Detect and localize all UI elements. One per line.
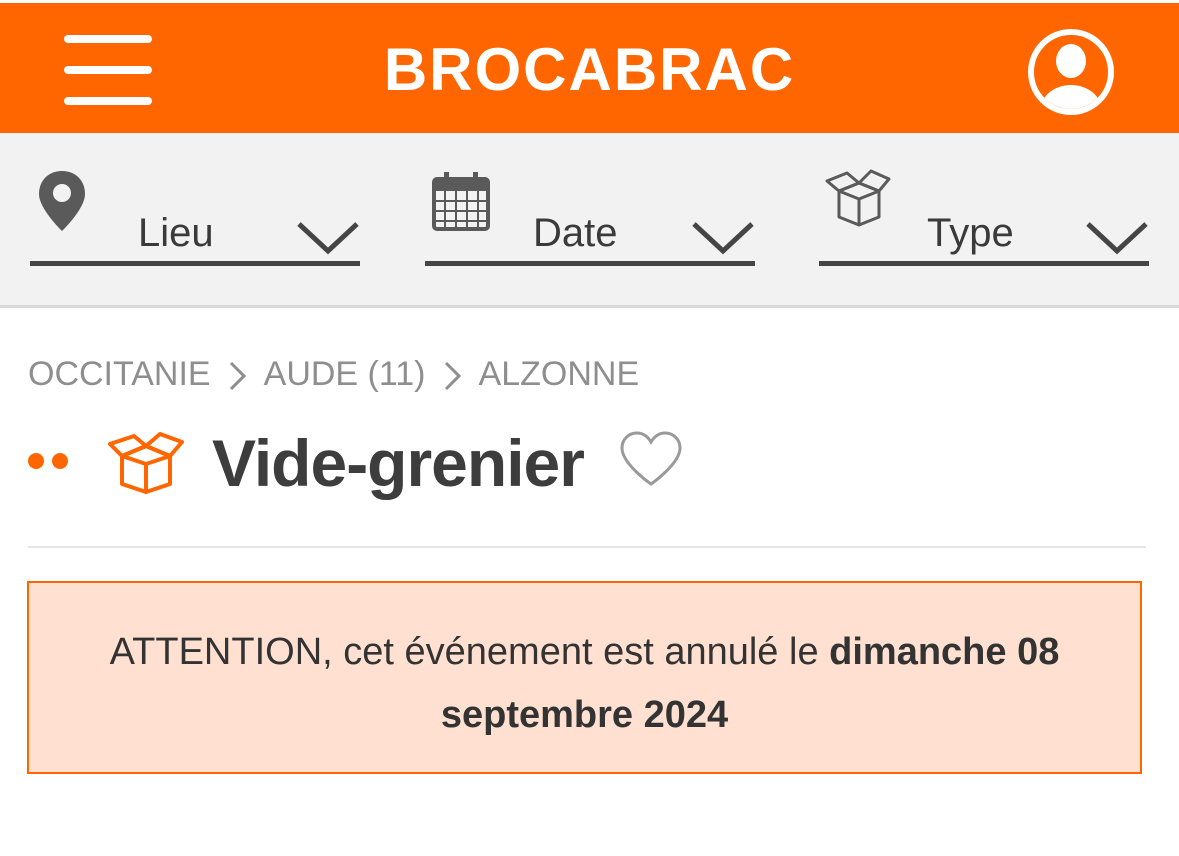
box-icon [825, 169, 891, 227]
breadcrumb: OCCITANIE AUDE (11) ALZONNE [28, 355, 639, 394]
user-account-icon [1028, 29, 1114, 115]
filter-type[interactable]: Type [819, 163, 1149, 266]
chevron-down-icon [1086, 222, 1148, 255]
alert-text: ATTENTION, cet événement est annulé le [109, 631, 830, 673]
event-title-row: Vide-grenier [28, 420, 728, 510]
status-dots [28, 453, 76, 474]
filter-lieu-label: Lieu [138, 211, 214, 255]
filter-date[interactable]: Date [425, 163, 755, 266]
divider [28, 546, 1146, 548]
chevron-down-icon [692, 222, 754, 255]
chevron-right-icon [230, 361, 247, 391]
breadcrumb-city[interactable]: ALZONNE [479, 355, 640, 393]
cancellation-alert: ATTENTION, cet événement est annulé le d… [27, 581, 1142, 774]
breadcrumb-region[interactable]: OCCITANIE [28, 355, 211, 393]
filter-type-label: Type [927, 211, 1014, 255]
heart-outline-icon[interactable] [618, 430, 684, 488]
user-account-button[interactable] [1026, 27, 1116, 117]
filter-date-label: Date [533, 211, 618, 255]
event-title: Vide-grenier [212, 426, 585, 500]
filter-lieu[interactable]: Lieu [30, 163, 360, 266]
filter-bar: Lieu Date Type [0, 133, 1179, 308]
breadcrumb-department[interactable]: AUDE (11) [264, 355, 426, 393]
location-pin-icon [39, 171, 85, 231]
app-header: BROCABRAC [0, 3, 1179, 133]
calendar-icon [432, 172, 490, 231]
chevron-right-icon [444, 361, 462, 391]
chevron-down-icon [297, 222, 359, 255]
site-logo[interactable]: BROCABRAC [0, 33, 1179, 107]
open-box-icon [108, 432, 184, 494]
